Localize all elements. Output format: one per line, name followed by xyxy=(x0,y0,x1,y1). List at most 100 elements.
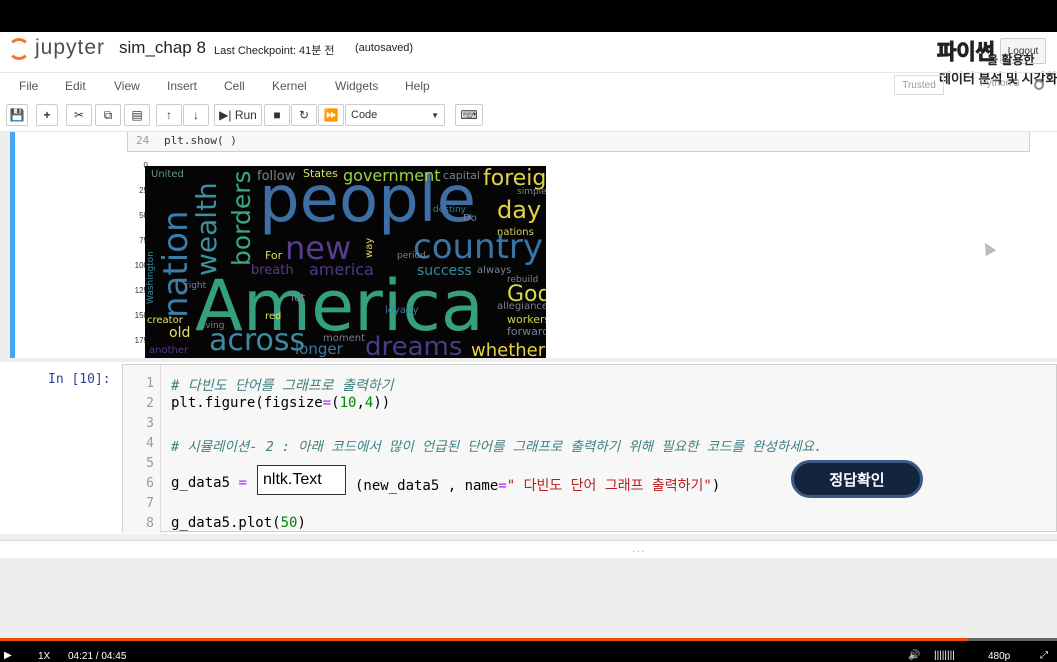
wordcloud-word: workers xyxy=(507,313,546,326)
wordcloud-word: success xyxy=(417,263,472,279)
progress-track[interactable] xyxy=(0,638,1057,641)
menu-edit[interactable]: Edit xyxy=(65,79,86,93)
cell-prompt: In [10]: xyxy=(48,372,111,387)
wordcloud-word: forward xyxy=(507,325,546,338)
run-icon: ▶| xyxy=(219,108,235,122)
collapsed-output-ellipsis[interactable]: ... xyxy=(632,544,646,555)
code-token: 50 xyxy=(280,515,298,531)
quality-selector[interactable]: 480p xyxy=(988,651,1010,662)
code-line-gdata-rest: (new_data5 , name=" 다빈도 단어 그래프 출력하기") xyxy=(355,475,720,495)
wordcloud-word: day xyxy=(497,196,542,224)
keyboard-icon[interactable]: ⌨ xyxy=(455,104,483,126)
jupyter-logo-icon[interactable] xyxy=(8,38,30,60)
trusted-indicator[interactable]: Trusted xyxy=(894,75,944,95)
code-token: g_data5.plot( xyxy=(171,515,281,531)
wordcloud-word: capital xyxy=(443,169,480,182)
playback-time: 04:21 / 04:45 xyxy=(68,651,127,662)
add-cell-icon[interactable]: + xyxy=(36,104,58,126)
code-editor[interactable]: 1 2 3 4 5 6 7 8 # 다빈도 단어를 그래프로 출력하기 plt.… xyxy=(122,364,1057,533)
dropdown-arrow-icon: ▼ xyxy=(431,111,439,120)
wordcloud-word: destiny xyxy=(433,205,466,215)
answer-input[interactable] xyxy=(257,465,346,495)
wordcloud-word: america xyxy=(309,260,374,279)
code-token: plt.figure(figsize xyxy=(171,395,323,411)
play-icon[interactable]: ▶ xyxy=(4,650,12,661)
copy-icon[interactable]: ⧉ xyxy=(95,104,121,126)
code-token: 10 xyxy=(339,395,357,411)
move-down-icon[interactable]: ↓ xyxy=(183,104,209,126)
line-number: 3 xyxy=(146,416,154,431)
menu-file[interactable]: File xyxy=(19,79,38,93)
code-token: = xyxy=(498,478,507,494)
code-token: ) xyxy=(297,515,306,531)
stop-icon[interactable]: ■ xyxy=(264,104,290,126)
notebook-header: jupyter sim_chap 8 Last Checkpoint: 41분 … xyxy=(0,32,1057,86)
wordcloud-word: States xyxy=(303,167,338,180)
toolbar: 💾 + ✂ ⧉ ▤ ↑ ↓ ▶| Run ■ ↻ ⏩ Code ▼ ⌨ xyxy=(0,100,1057,132)
menu-view[interactable]: View xyxy=(114,79,140,93)
wordcloud-word: way xyxy=(364,237,375,258)
restart-icon[interactable]: ↻ xyxy=(291,104,317,126)
wordcloud-word: another xyxy=(149,345,189,356)
run-label: Run xyxy=(234,108,257,122)
line-number: 1 xyxy=(146,376,154,391)
fast-forward-icon[interactable]: ⏩ xyxy=(318,104,344,126)
wordcloud-word: creator xyxy=(147,315,183,326)
wordcloud-image: America people nation wealth borders cou… xyxy=(145,166,546,358)
wordcloud-word: follow xyxy=(257,169,296,184)
notebook-name[interactable]: sim_chap 8 xyxy=(119,38,206,58)
notebook-area: 24 plt.show( ) 0 25 50 75 100 125 150 17… xyxy=(0,132,1057,638)
move-up-icon[interactable]: ↑ xyxy=(156,104,182,126)
wordcloud-word: old xyxy=(169,325,191,341)
kernel-name: Python 3 xyxy=(980,78,1020,89)
wordcloud-word: breath xyxy=(251,263,294,278)
jupyter-logo-text[interactable]: jupyter xyxy=(35,36,105,60)
wordcloud-word: simple xyxy=(517,187,546,197)
menu-kernel[interactable]: Kernel xyxy=(272,79,307,93)
volume-icon[interactable]: 🔊 xyxy=(908,650,920,661)
code-cell[interactable]: In [10]: 1 2 3 4 5 6 7 8 # 다빈도 단어를 그래프로 … xyxy=(0,362,1057,534)
cut-icon[interactable]: ✂ xyxy=(66,104,92,126)
wordcloud-word: United xyxy=(151,169,184,180)
code-line-figure: plt.figure(figsize=(10,4)) xyxy=(171,395,390,411)
wordcloud-word: allegiance xyxy=(497,301,546,312)
notebook-bottom xyxy=(0,562,1057,638)
check-answer-button[interactable]: 정답확인 xyxy=(791,460,923,498)
code-line-plot: g_data5.plot(50) xyxy=(171,515,306,531)
code-token: g_data5 xyxy=(171,475,231,491)
next-cell[interactable] xyxy=(0,540,1057,558)
wordcloud-word: giving xyxy=(197,321,225,331)
progress-fill xyxy=(0,638,969,641)
menu-widgets[interactable]: Widgets xyxy=(335,79,378,93)
line-number: 7 xyxy=(146,496,154,511)
wordcloud-word: longer xyxy=(295,340,343,358)
wordcloud-word: dreams xyxy=(365,332,463,358)
cell-type-value: Code xyxy=(351,109,378,121)
wordcloud-word: right xyxy=(185,281,207,291)
run-button[interactable]: ▶| Run xyxy=(214,104,262,126)
paste-icon[interactable]: ▤ xyxy=(124,104,150,126)
wordcloud-word: nation xyxy=(156,210,196,318)
menu-cell[interactable]: Cell xyxy=(224,79,245,93)
last-checkpoint: Last Checkpoint: 41분 전 xyxy=(214,45,335,57)
code-token: = xyxy=(322,395,332,411)
code-text: plt.show( ) xyxy=(164,134,237,147)
wordcloud-word: loyalty xyxy=(385,305,419,316)
menu-insert[interactable]: Insert xyxy=(167,79,197,93)
code-comment: # 시뮬레이션- 2 : 아래 코드에서 많이 언급된 단어를 그래프로 출력하… xyxy=(171,439,823,455)
line-number: 24 xyxy=(136,134,150,147)
wordcloud-word: moment xyxy=(323,333,366,344)
line-gutter: 1 2 3 4 5 6 7 8 xyxy=(123,365,161,533)
cell-type-select[interactable]: Code ▼ xyxy=(345,104,445,126)
line-number: 8 xyxy=(146,516,154,531)
menu-help[interactable]: Help xyxy=(405,79,430,93)
fullscreen-icon[interactable]: ⤢ xyxy=(1040,650,1048,661)
save-icon[interactable]: 💾 xyxy=(6,104,28,126)
wordcloud-word: Washington xyxy=(146,251,156,304)
playback-speed[interactable]: 1X xyxy=(38,651,50,662)
volume-level-icon[interactable]: |||||||| xyxy=(934,650,955,661)
code-token: ( xyxy=(331,395,340,411)
jupyter-page: jupyter sim_chap 8 Last Checkpoint: 41분 … xyxy=(0,32,1057,638)
wordcloud-word: For xyxy=(265,249,283,262)
wordcloud-word: nations xyxy=(497,227,534,238)
